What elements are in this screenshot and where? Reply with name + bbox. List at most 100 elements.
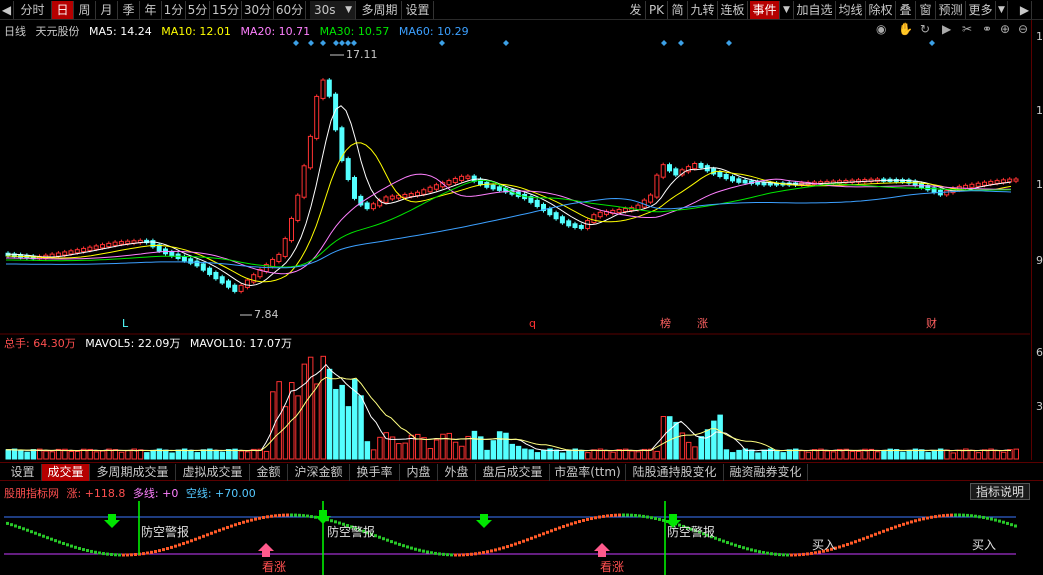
- indicator-chart[interactable]: 防空警报 防空警报 防空警报 看涨 看涨 买入 买入: [0, 501, 1030, 575]
- period-tab-intraday[interactable]: 分时: [14, 1, 52, 19]
- volume-bar: [415, 433, 421, 460]
- tab-sh-sz-amount[interactable]: 沪深金额: [288, 464, 350, 481]
- candle-body: [648, 194, 654, 203]
- candle-body: [591, 214, 597, 224]
- tab-after-hours-volume[interactable]: 盘后成交量: [476, 464, 550, 481]
- indicator-dot: [994, 518, 997, 522]
- window-button[interactable]: 窗: [916, 1, 936, 19]
- forecast-button[interactable]: 预测: [936, 1, 966, 19]
- event-diamond-icon: [661, 40, 667, 46]
- tab-pe-ttm[interactable]: 市盈率(ttm): [550, 464, 626, 481]
- indicator-dot: [530, 536, 533, 540]
- period-toolbar: ◀ 分时 日 周 月 季 年 1分 5分 15分 30分 60分 30s ▼ 多…: [0, 0, 1043, 20]
- link-icon[interactable]: ⚭: [982, 22, 992, 36]
- zoom-in-icon[interactable]: ⊕: [1000, 22, 1010, 36]
- tab-virtual-volume[interactable]: 虚拟成交量: [176, 464, 250, 481]
- event-marker-l[interactable]: L: [122, 317, 129, 330]
- indicator-dot: [618, 513, 621, 517]
- toolbar-lianban-button[interactable]: 连板: [718, 1, 748, 19]
- period-tab-60min[interactable]: 60分: [274, 1, 306, 19]
- tab-turnover-rate[interactable]: 换手率: [350, 464, 400, 481]
- candle-body: [125, 240, 131, 245]
- period-tab-quarterly[interactable]: 季: [118, 1, 140, 19]
- event-marker-zhang[interactable]: 涨: [697, 317, 708, 330]
- tab-settings[interactable]: 设置: [4, 464, 42, 481]
- volume-bar: [931, 449, 938, 460]
- indicator-dot: [898, 524, 901, 528]
- indicator-dot: [310, 515, 313, 519]
- moving-average-button[interactable]: 均线: [836, 1, 866, 19]
- chevron-down-icon[interactable]: ▼: [996, 1, 1008, 19]
- indicator-explain-button[interactable]: 指标说明: [970, 483, 1030, 500]
- indicator-dot: [438, 552, 441, 556]
- volume-bar: [364, 441, 371, 460]
- period-tab-15min[interactable]: 15分: [210, 1, 242, 19]
- candle-body: [370, 203, 376, 210]
- period-tab-30min[interactable]: 30分: [242, 1, 274, 19]
- toolbar-jiuzhuan-button[interactable]: 九转: [688, 1, 718, 19]
- event-marker-q[interactable]: q: [529, 317, 536, 330]
- hand-icon[interactable]: ✋: [898, 22, 913, 36]
- tab-northbound-holding[interactable]: 陆股通持股变化: [626, 464, 724, 481]
- sell-arrow-icon: [476, 514, 492, 528]
- candle-body: [692, 163, 698, 170]
- tab-amount[interactable]: 金额: [250, 464, 288, 481]
- event-diamond-icon: [351, 40, 357, 46]
- ex-rights-button[interactable]: 除权: [866, 1, 896, 19]
- chevron-down-icon[interactable]: ▼: [780, 1, 794, 19]
- indicator-dot: [602, 514, 605, 518]
- toolbar-events-button[interactable]: 事件: [750, 1, 780, 19]
- refresh-icon[interactable]: ↻: [920, 22, 930, 36]
- volume-bar: [704, 429, 711, 460]
- back-button[interactable]: ◀: [0, 1, 14, 19]
- period-tab-5min[interactable]: 5分: [186, 1, 210, 19]
- event-marker-cai[interactable]: 财: [926, 316, 937, 330]
- toolbar-pk-button[interactable]: PK: [646, 1, 668, 19]
- volume-bar: [484, 449, 490, 460]
- tab-volume[interactable]: 成交量: [42, 464, 90, 481]
- settings-button[interactable]: 设置: [402, 1, 434, 19]
- long-line-value: 多线: +0: [132, 487, 179, 500]
- event-marker-bang[interactable]: 榜: [660, 316, 671, 330]
- multi-period-button[interactable]: 多周期: [358, 1, 402, 19]
- candlestick-chart[interactable]: 17.11 7.84 L q 榜 涨 财: [0, 36, 1030, 336]
- eye-icon[interactable]: ◉: [876, 22, 886, 36]
- period-tab-1min[interactable]: 1分: [162, 1, 186, 19]
- period-tab-monthly[interactable]: 月: [96, 1, 118, 19]
- volume-bar: [1013, 448, 1019, 460]
- indicator-dot: [774, 552, 777, 556]
- indicator-dot: [390, 540, 393, 544]
- period-tab-daily[interactable]: 日: [52, 1, 74, 19]
- seconds-period-select[interactable]: 30s ▼: [310, 1, 356, 19]
- period-tab-yearly[interactable]: 年: [140, 1, 162, 19]
- volume-chart[interactable]: [0, 349, 1030, 461]
- play-icon[interactable]: ▶: [942, 22, 951, 36]
- scissors-icon[interactable]: ✂: [962, 22, 972, 36]
- indicator-dot: [190, 539, 193, 543]
- candle-body: [326, 79, 332, 97]
- candle-body: [736, 178, 742, 183]
- indicator-dot: [1010, 523, 1013, 527]
- add-to-watchlist-button[interactable]: 加自选: [794, 1, 836, 19]
- tab-margin-trading[interactable]: 融资融券变化: [724, 464, 808, 481]
- candle-body: [238, 284, 244, 292]
- zoom-out-icon[interactable]: ⊖: [1018, 22, 1028, 36]
- chevron-down-icon: ▼: [345, 5, 352, 15]
- tab-inner-disk[interactable]: 内盘: [400, 464, 438, 481]
- period-tab-weekly[interactable]: 周: [74, 1, 96, 19]
- volume-bar: [377, 436, 383, 460]
- tab-outer-disk[interactable]: 外盘: [438, 464, 476, 481]
- indicator-dot: [30, 530, 33, 534]
- tab-multi-period-volume[interactable]: 多周期成交量: [90, 464, 176, 481]
- indicator-dot: [906, 521, 909, 525]
- signal-label-buy: 买入: [972, 538, 996, 552]
- volume-bar: [30, 449, 37, 460]
- overlay-button[interactable]: 叠: [896, 1, 916, 19]
- forward-button[interactable]: ▶: [1018, 1, 1032, 19]
- more-button[interactable]: 更多: [966, 1, 996, 19]
- toolbar-fa-button[interactable]: 发: [626, 1, 646, 19]
- indicator-dot: [646, 515, 649, 519]
- indicator-dot: [970, 514, 973, 518]
- indicator-dot: [122, 553, 125, 557]
- toolbar-simple-button[interactable]: 简: [668, 1, 688, 19]
